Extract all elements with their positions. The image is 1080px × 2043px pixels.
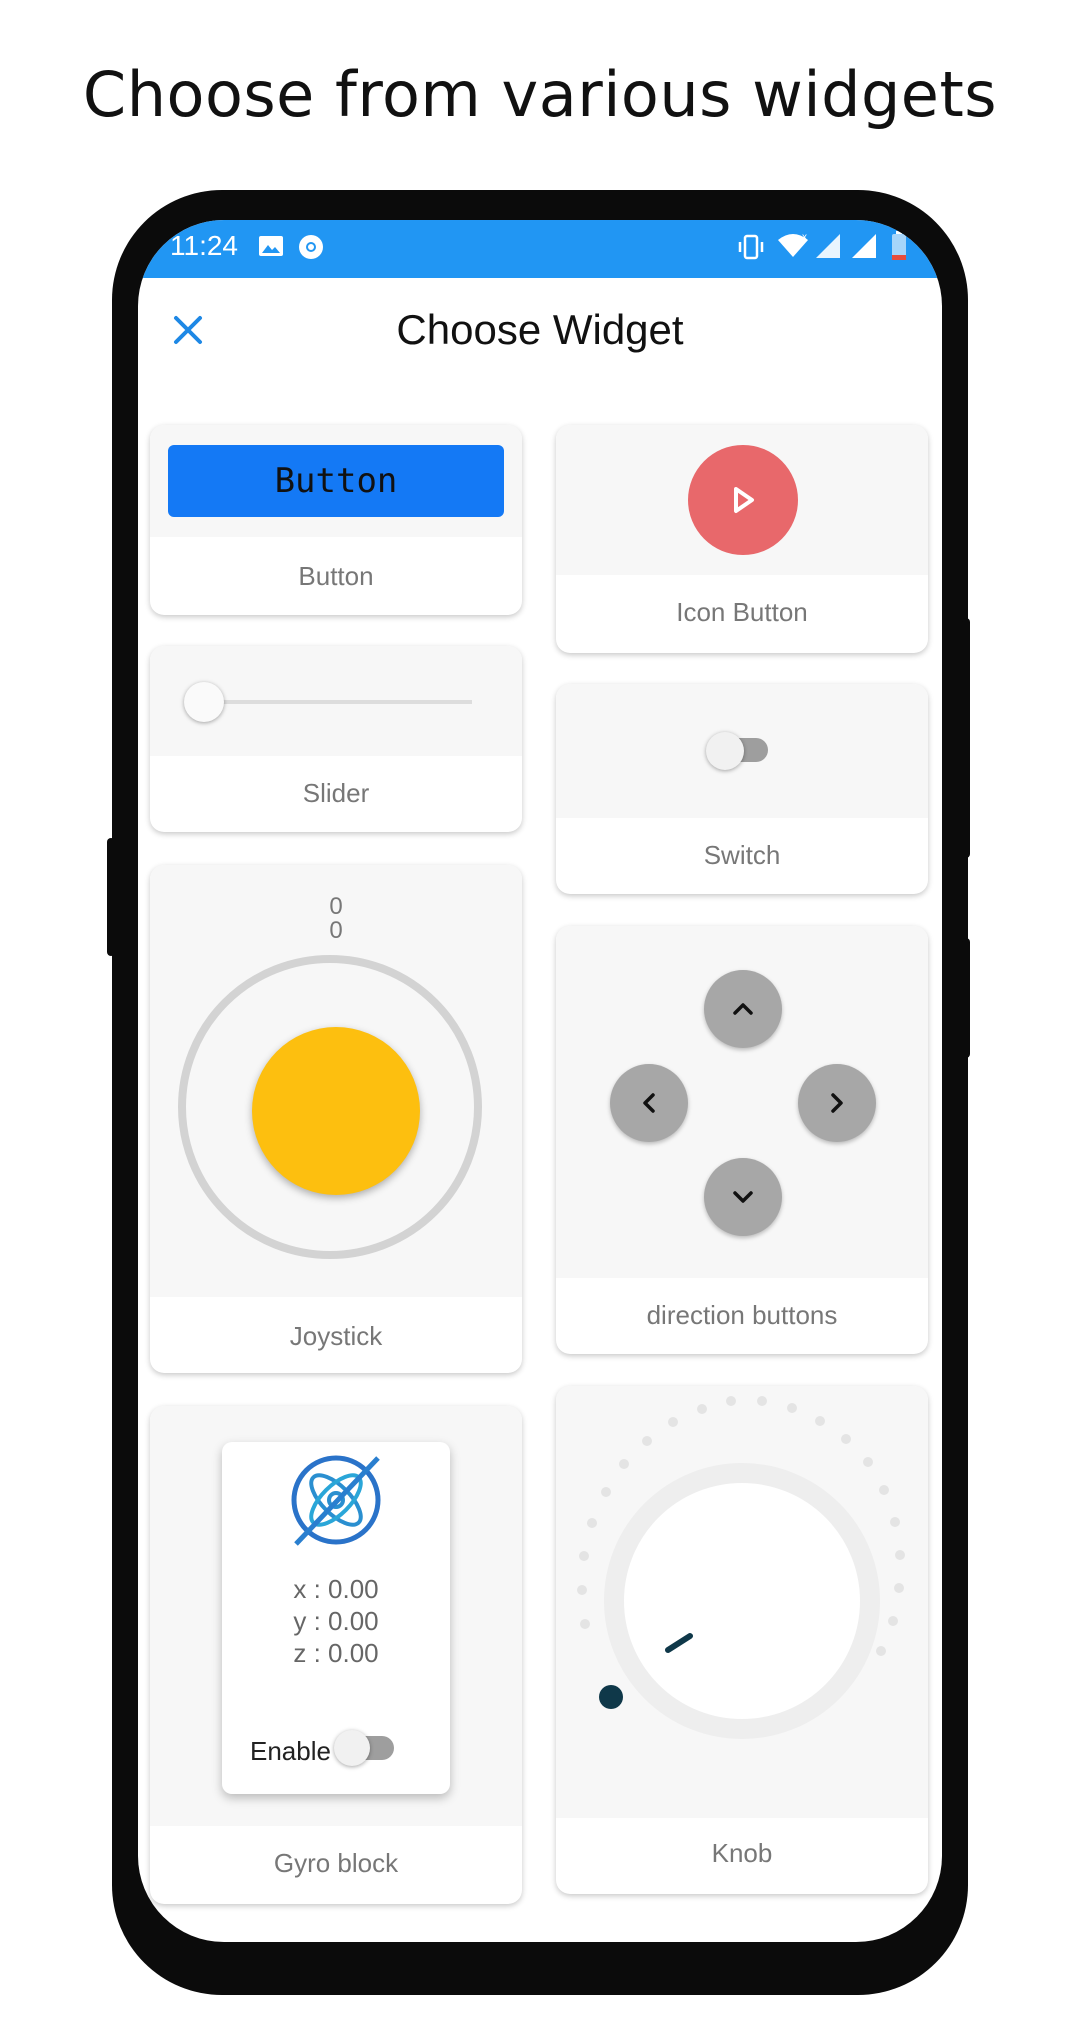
switch-preview bbox=[556, 684, 928, 818]
joystick-x-value: 0 bbox=[329, 893, 343, 920]
chevron-left-icon bbox=[643, 1093, 655, 1113]
widget-card-button[interactable]: Button Button bbox=[150, 425, 522, 615]
phone-right-button-upper bbox=[962, 618, 970, 858]
phone-frame: 11:24 x Choose Widget Button Button Icon… bbox=[107, 190, 970, 1995]
widget-label-joystick: Joystick bbox=[289, 1321, 383, 1351]
widget-card-gyro-block[interactable]: x : 0.00 y : 0.00 z : 0.00 Enable Gyro b… bbox=[150, 1406, 522, 1904]
direction-up-button bbox=[704, 970, 782, 1048]
widget-label-slider: Slider bbox=[302, 778, 370, 808]
phone-right-button-lower bbox=[962, 938, 970, 1058]
knob-dial bbox=[577, 1396, 905, 1739]
slider-thumb bbox=[184, 682, 224, 722]
play-icon bbox=[734, 487, 754, 513]
svg-text:x: x bbox=[802, 232, 807, 243]
wifi-icon: x bbox=[776, 230, 810, 264]
gyro-enable-label: Enable bbox=[250, 1736, 331, 1766]
icon-button-sample bbox=[688, 445, 798, 555]
joystick-readout: 0 0 bbox=[150, 895, 522, 943]
gyro-z-value: z : 0.00 bbox=[293, 1638, 379, 1668]
slider-preview bbox=[150, 646, 522, 756]
widget-card-knob[interactable]: Knob bbox=[556, 1386, 928, 1894]
widget-card-joystick[interactable]: 0 0 Joystick bbox=[150, 865, 522, 1373]
slider-track bbox=[202, 700, 472, 704]
button-widget-sample: Button bbox=[168, 445, 504, 517]
gyro-x-value: x : 0.00 bbox=[293, 1574, 379, 1604]
widget-label-gyro-block: Gyro block bbox=[273, 1848, 399, 1878]
joystick-preview: 0 0 bbox=[150, 865, 522, 1297]
headline: Choose from various widgets bbox=[82, 58, 998, 131]
joystick-y-value: 0 bbox=[329, 917, 343, 944]
gyroscope-off-icon bbox=[286, 1450, 386, 1554]
direction-down-button bbox=[704, 1158, 782, 1236]
widget-label-icon-button: Icon Button bbox=[676, 597, 808, 627]
widget-card-direction-buttons[interactable]: direction buttons bbox=[556, 926, 928, 1354]
direction-buttons-preview bbox=[556, 926, 928, 1278]
gyro-preview: x : 0.00 y : 0.00 z : 0.00 Enable bbox=[150, 1406, 522, 1826]
icon-button-preview bbox=[556, 425, 928, 575]
direction-right-button bbox=[798, 1064, 876, 1142]
joystick-handle bbox=[252, 1027, 420, 1195]
widget-card-switch[interactable]: Switch bbox=[556, 684, 928, 894]
button-preview: Button bbox=[150, 425, 522, 537]
chevron-up-icon bbox=[733, 1003, 753, 1015]
phone-left-button bbox=[107, 838, 115, 956]
page-title: Choose Widget bbox=[396, 306, 684, 353]
widget-card-icon-button[interactable]: Icon Button bbox=[556, 425, 928, 653]
gyro-enable-switch-thumb bbox=[334, 1730, 370, 1766]
gyro-block-sample: x : 0.00 y : 0.00 z : 0.00 Enable bbox=[222, 1442, 450, 1794]
chevron-right-icon bbox=[831, 1093, 843, 1113]
widget-card-slider[interactable]: Slider bbox=[150, 646, 522, 832]
gyro-y-value: y : 0.00 bbox=[293, 1606, 379, 1636]
image-icon bbox=[258, 234, 284, 262]
direction-left-button bbox=[610, 1064, 688, 1142]
widget-label-direction-buttons: direction buttons bbox=[646, 1300, 838, 1330]
widget-label-switch: Switch bbox=[703, 840, 781, 870]
signal-icon-1 bbox=[814, 232, 842, 264]
battery-icon bbox=[890, 230, 908, 266]
status-time: 11:24 bbox=[170, 230, 238, 261]
widget-label-button: Button bbox=[298, 561, 374, 591]
app-bar: Choose Widget bbox=[138, 278, 942, 388]
screen: 11:24 x Choose Widget Button Button Icon… bbox=[138, 220, 942, 1942]
signal-icon-2 bbox=[850, 232, 878, 264]
switch-thumb bbox=[706, 732, 744, 770]
status-bar: 11:24 x bbox=[138, 220, 942, 278]
knob-preview bbox=[556, 1386, 928, 1818]
chevron-down-icon bbox=[733, 1191, 753, 1203]
chrome-icon bbox=[298, 234, 324, 264]
widget-label-knob: Knob bbox=[711, 1838, 773, 1868]
vibrate-icon bbox=[736, 232, 766, 266]
